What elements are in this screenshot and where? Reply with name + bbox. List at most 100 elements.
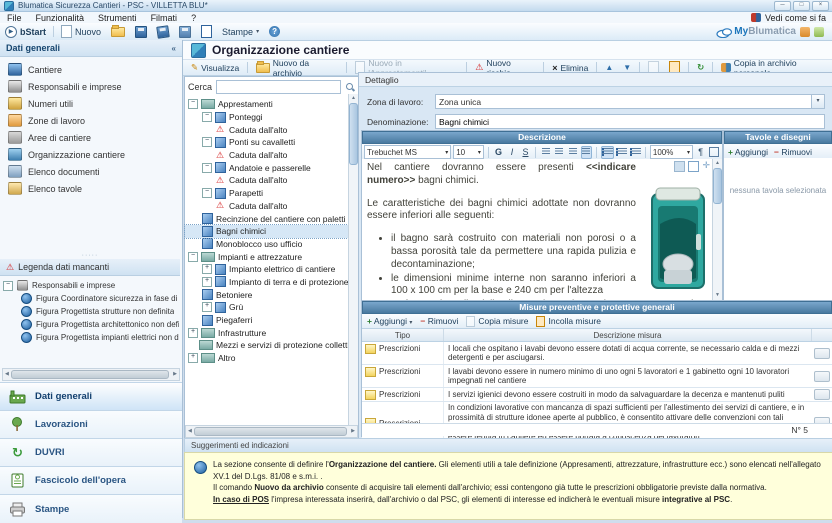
- bstart-button[interactable]: ▶ bStart: [0, 25, 51, 39]
- indent-button[interactable]: [630, 146, 641, 159]
- tree-minus-icon[interactable]: −: [202, 163, 212, 173]
- notes-icon[interactable]: [814, 27, 824, 37]
- tree-item-risk[interactable]: ⚠Caduta dall'alto: [185, 149, 358, 162]
- incolla-misure-button[interactable]: Incolla misure: [536, 316, 600, 327]
- denominazione-input[interactable]: [435, 114, 825, 129]
- scroll-up-icon[interactable]: ▲: [715, 159, 720, 168]
- tree-item[interactable]: +Altro: [185, 352, 358, 365]
- tree-item[interactable]: −Ponteggi: [185, 111, 358, 124]
- font-size-select[interactable]: 10▾: [453, 145, 484, 159]
- align-justify-button[interactable]: [581, 146, 593, 159]
- scroll-right-icon[interactable]: ▶: [349, 427, 357, 436]
- tree-item-risk[interactable]: ⚠Caduta dall'alto: [185, 123, 358, 136]
- nav-stampe[interactable]: Stampe: [0, 494, 182, 523]
- zoom-select[interactable]: 100%▾: [650, 145, 693, 159]
- collapse-sidebar-icon[interactable]: «: [172, 44, 176, 53]
- tree-minus-icon[interactable]: −: [3, 281, 13, 291]
- sidebar-item-organizzazione-cantiere[interactable]: Organizzazione cantiere: [0, 146, 182, 163]
- search-input[interactable]: [216, 80, 341, 94]
- menu-funzionalita[interactable]: Funzionalità: [29, 13, 92, 23]
- tree-item[interactable]: −Andatoie e passerelle: [185, 161, 358, 174]
- nav-lavorazioni[interactable]: Lavorazioni: [0, 410, 182, 438]
- tree-item[interactable]: −Ponti su cavalletti: [185, 136, 358, 149]
- rimuovi-misura-button[interactable]: − Rimuovi: [420, 316, 458, 326]
- insert-frame-button[interactable]: [708, 146, 719, 159]
- sidebar-item-elenco-documenti[interactable]: Elenco documenti: [0, 163, 182, 180]
- descrizione-editor[interactable]: ✛ ▲ ▼ Ne: [362, 159, 722, 300]
- legend-item[interactable]: Figura Progettista strutture non definit…: [3, 305, 179, 318]
- tree-minus-icon[interactable]: −: [202, 188, 212, 198]
- sidebar-item-numeri-utili[interactable]: Numeri utili: [0, 95, 182, 112]
- zona-dropdown-button[interactable]: ▾: [811, 94, 825, 109]
- menu-strumenti[interactable]: Strumenti: [91, 13, 144, 23]
- tree-item[interactable]: +Infrastrutture: [185, 326, 358, 339]
- save-all-button[interactable]: [152, 25, 174, 39]
- underline-button[interactable]: S: [520, 146, 531, 159]
- legend-item[interactable]: Figura Coordinatore sicurezza in fase di…: [3, 292, 179, 305]
- bold-button[interactable]: G: [493, 146, 504, 159]
- tree-item[interactable]: +Impianto elettrico di cantiere: [185, 263, 358, 276]
- suggerimenti-header[interactable]: Suggerimenti ed indicazioni ▲: [184, 438, 832, 453]
- stampe-button[interactable]: Stampe ▾: [217, 26, 264, 38]
- tree-item[interactable]: −Apprestamenti: [185, 98, 358, 111]
- legend-item[interactable]: Figura Progettista architettonico non de…: [3, 318, 179, 331]
- tree-item[interactable]: +Grù: [185, 301, 358, 314]
- scrollbar-thumb[interactable]: [349, 103, 358, 165]
- tree-plus-icon[interactable]: +: [188, 328, 198, 338]
- sidebar-item-aree-di-cantiere[interactable]: Aree di cantiere: [0, 129, 182, 146]
- scroll-up-icon[interactable]: ▲: [351, 94, 356, 103]
- numbered-list-button[interactable]: [616, 146, 627, 159]
- tree-plus-icon[interactable]: +: [202, 302, 212, 312]
- brand-my[interactable]: My: [734, 26, 748, 37]
- tree-minus-icon[interactable]: −: [202, 112, 212, 122]
- scroll-left-icon[interactable]: ◀: [3, 370, 11, 379]
- open-archive-button[interactable]: [106, 26, 130, 38]
- menu-filmati[interactable]: Filmati: [144, 13, 185, 23]
- tree-horizontal-scrollbar[interactable]: ◀ ▶: [185, 425, 358, 438]
- tree-item[interactable]: Mezzi e servizi di protezione collettiva: [185, 339, 358, 352]
- export-button[interactable]: [196, 24, 217, 39]
- legend-root[interactable]: − Responsabili e imprese: [3, 279, 179, 292]
- misura-row[interactable]: Prescrizioni I lavabi devono essere in n…: [362, 365, 832, 388]
- tree-plus-icon[interactable]: +: [202, 277, 212, 287]
- scrollbar-thumb[interactable]: [194, 427, 347, 436]
- tree-plus-icon[interactable]: +: [202, 264, 212, 274]
- misura-row[interactable]: Prescrizioni I servizi igienici devono e…: [362, 388, 832, 402]
- edit-misura-button[interactable]: [814, 348, 830, 359]
- tree-item[interactable]: Piegaferri: [185, 314, 358, 327]
- legend-item[interactable]: Figura Progettista impianti elettrici no…: [3, 331, 179, 344]
- tree-item[interactable]: +Impianto di terra e di protezione contr…: [185, 276, 358, 289]
- nav-dati-generali[interactable]: Dati generali: [0, 382, 182, 410]
- profile-icon[interactable]: [800, 27, 810, 37]
- vedi-come-si-fa-link[interactable]: Vedi come si fa: [765, 13, 826, 23]
- tree-item[interactable]: −Impianti e attrezzature: [185, 250, 358, 263]
- zona-select[interactable]: Zona unica: [435, 94, 811, 109]
- tree-minus-icon[interactable]: −: [188, 252, 198, 262]
- save-as-button[interactable]: [174, 25, 196, 39]
- tree-minus-icon[interactable]: −: [202, 137, 212, 147]
- align-right-button[interactable]: [567, 146, 578, 159]
- close-button[interactable]: ×: [812, 1, 829, 11]
- nuovo-da-archivio-button[interactable]: Nuovo da archivio: [252, 61, 342, 74]
- tree-minus-icon[interactable]: −: [188, 99, 198, 109]
- rimuovi-tavola-button[interactable]: − Rimuovi: [774, 147, 812, 157]
- scrollbar-thumb[interactable]: [11, 370, 169, 379]
- tree-item-risk[interactable]: ⚠Caduta dall'alto: [185, 174, 358, 187]
- search-icon[interactable]: [345, 82, 355, 92]
- scroll-down-icon[interactable]: ▼: [715, 291, 720, 300]
- minimize-button[interactable]: ─: [774, 1, 791, 11]
- tree-item-selected[interactable]: Bagni chimici: [185, 225, 358, 238]
- sidebar-item-zone-di-lavoro[interactable]: Zone di lavoro: [0, 112, 182, 129]
- tree-item-risk[interactable]: ⚠Caduta dall'alto: [185, 200, 358, 213]
- nav-duvri[interactable]: ↻ DUVRI: [0, 438, 182, 466]
- help-button[interactable]: ?: [264, 25, 285, 38]
- font-name-select[interactable]: Trebuchet MS▾: [364, 145, 451, 159]
- save-button[interactable]: [130, 25, 152, 39]
- maximize-button[interactable]: □: [793, 1, 810, 11]
- legend-horizontal-scrollbar[interactable]: ◀ ▶: [2, 368, 180, 381]
- scrollbar-thumb[interactable]: [713, 168, 722, 204]
- sidebar-item-elenco-tavole[interactable]: Elenco tavole: [0, 180, 182, 197]
- sidebar-item-cantiere[interactable]: Cantiere: [0, 61, 182, 78]
- menu-file[interactable]: File: [0, 13, 29, 23]
- scroll-left-icon[interactable]: ◀: [186, 427, 194, 436]
